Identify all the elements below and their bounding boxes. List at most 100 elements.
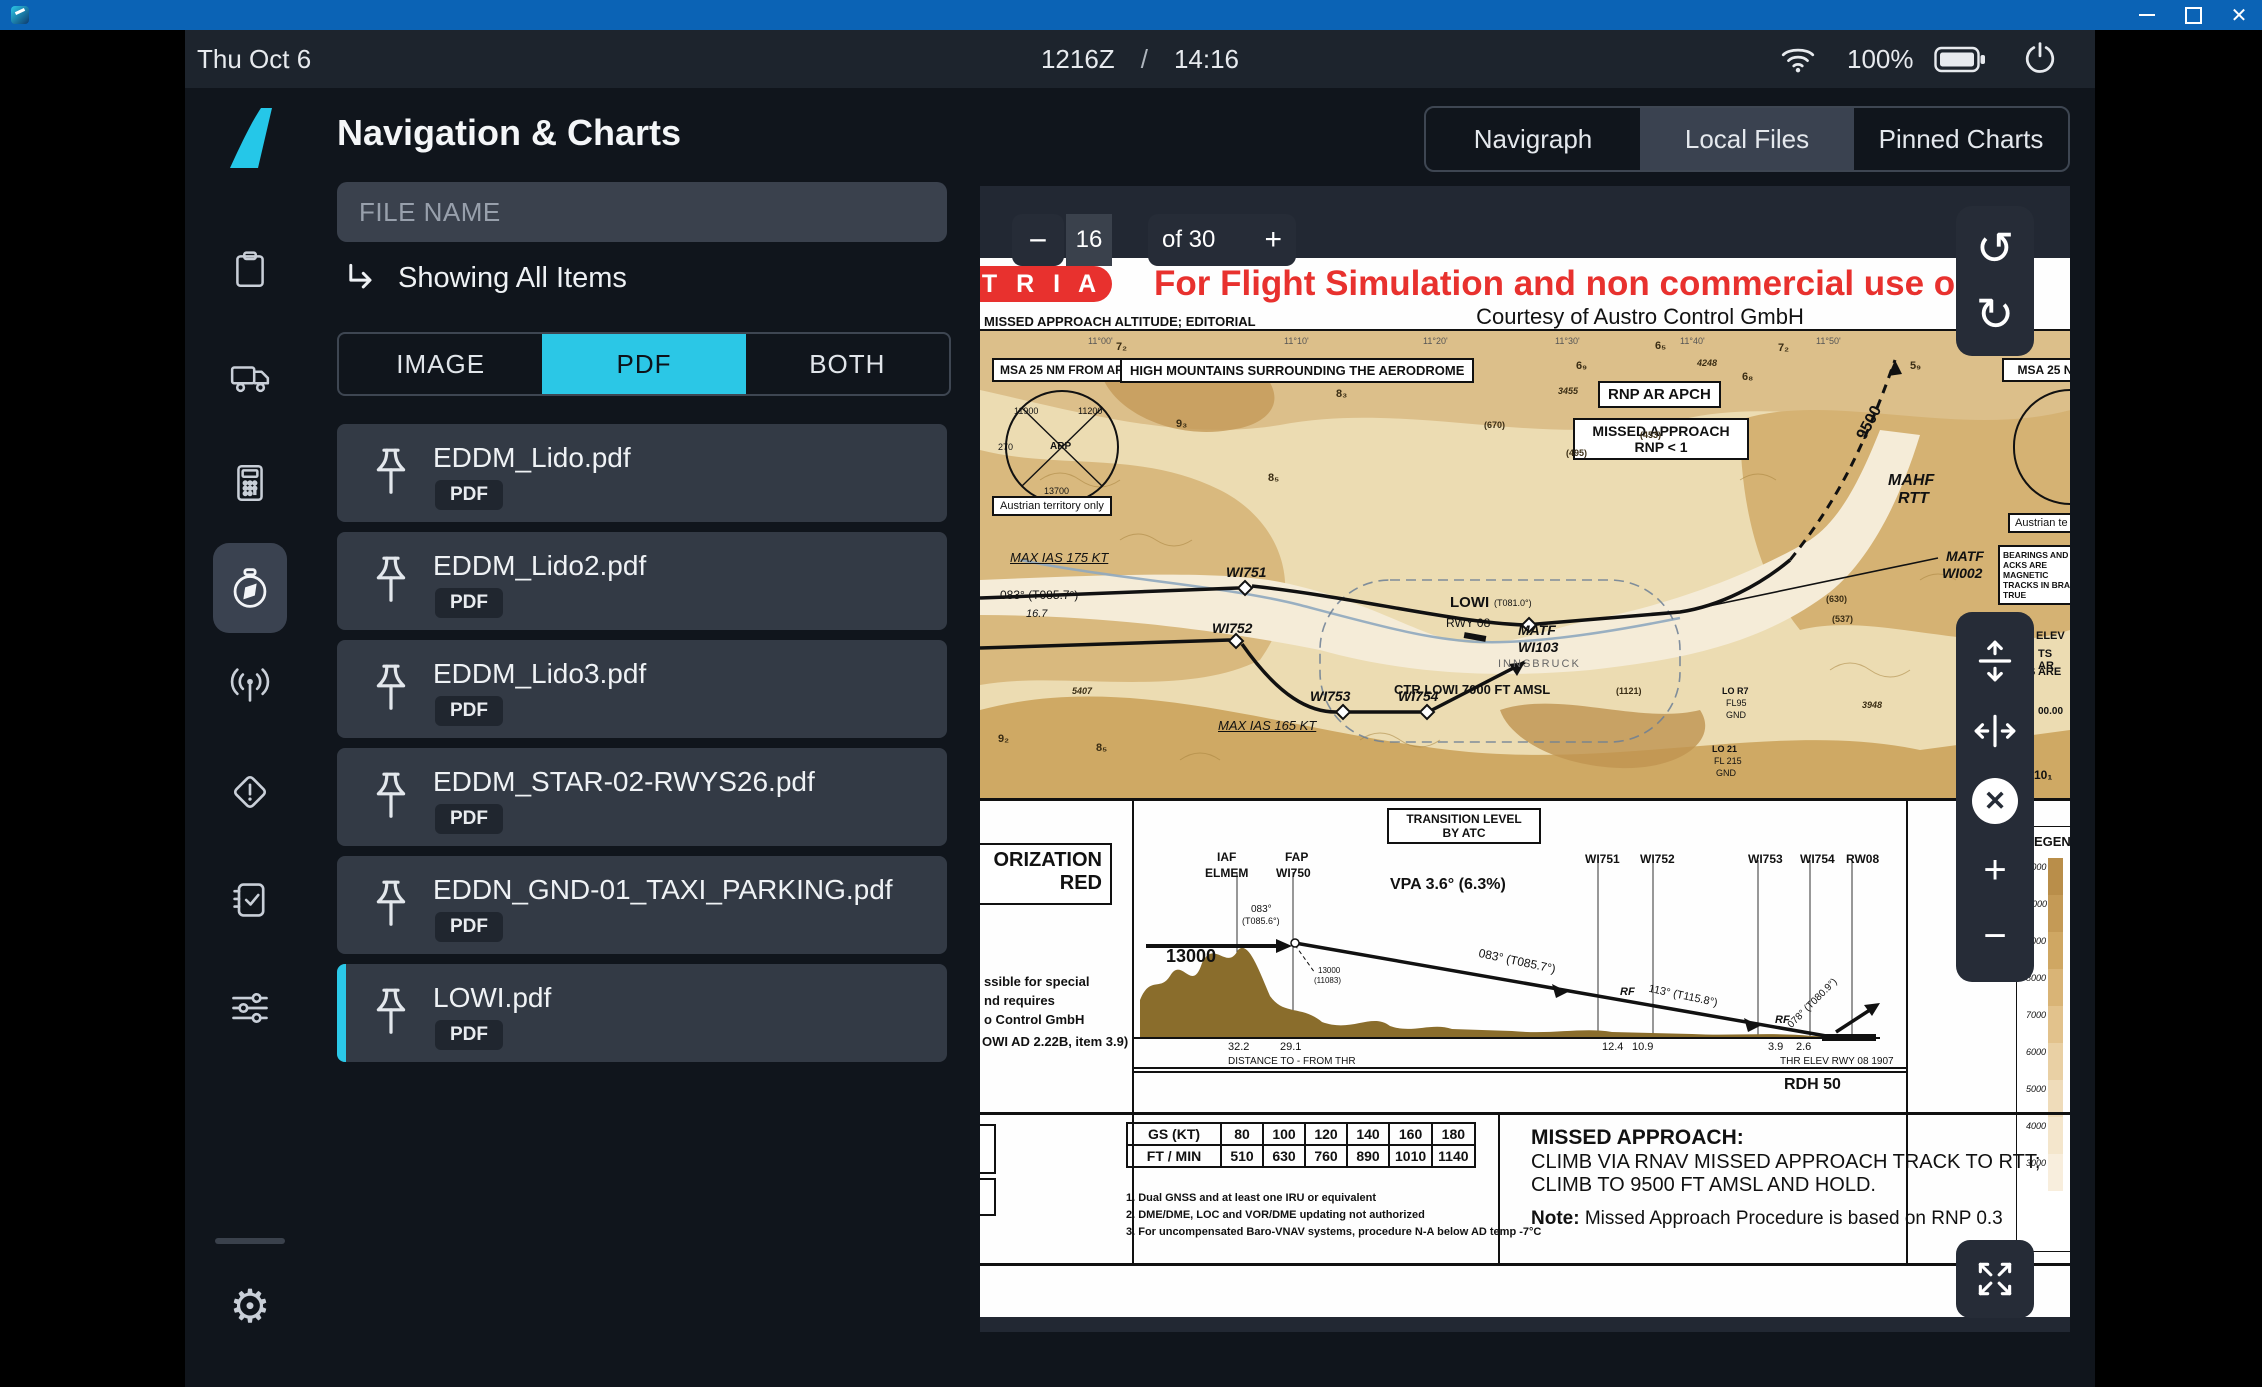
profile-fix: RW08 [1846,852,1880,866]
spot-elev: 6₅ [1655,340,1667,352]
authorization-box-fragment: ORIZATION RED [980,843,1112,905]
page-prev-button[interactable]: − [1012,214,1064,266]
close-button[interactable]: ✕ [2216,0,2262,30]
tab-pinned-charts[interactable]: Pinned Charts [1854,108,2068,170]
power-icon[interactable] [2023,41,2057,75]
showing-status: Showing All Items [398,262,627,294]
maximize-icon [2184,6,2202,24]
pin-icon[interactable] [369,878,413,934]
pin-icon[interactable] [369,986,413,1042]
legend-swatches [2048,858,2063,1191]
file-row[interactable]: EDDN_GND-01_TAXI_PARKING.pdf PDF [337,856,947,954]
missed-approach-line1: CLIMB VIA RNAV MISSED APPROACH TRACK TO … [1531,1151,2041,1173]
sidebar-item-radio[interactable] [228,663,272,707]
fit-height-icon[interactable] [1974,638,2016,684]
profile-fix: WI752 [1640,852,1675,866]
dist-tick: 3.9 [1768,1041,1784,1053]
pin-icon[interactable] [369,662,413,718]
left-fragment: o Control GmbH [984,1012,1085,1027]
arp-label: ARP [1050,441,1072,452]
msa-value: 11200 [1078,406,1103,416]
file-badge: PDF [435,1020,503,1050]
page-number: 16 [1075,226,1103,253]
bearings-line: BEARINGS AND T [2003,550,2070,560]
rotate-ccw-icon[interactable]: ↺ [1976,225,2015,271]
profile-fix: WI751 [1585,852,1620,866]
map-frame-top [980,329,2070,331]
file-row-selected[interactable]: LOWI.pdf PDF [337,964,947,1062]
transition-level-box: TRANSITION LEVEL BY ATC [1387,808,1541,844]
pin-icon[interactable] [369,770,413,826]
fit-width-icon[interactable] [1972,710,2018,752]
left-fragment: nd requires [984,993,1055,1008]
transition-line2: BY ATC [1442,826,1486,840]
spot-elev: 6₈ [1742,371,1754,383]
file-row[interactable]: EDDM_STAR-02-RWYS26.pdf PDF [337,748,947,846]
grid-fragment: 00.00 [2038,706,2064,717]
fullscreen-button[interactable] [1956,1240,2034,1318]
zoom-in-button[interactable]: + [1983,850,2006,890]
intermediate-alt-true: (11083) [1314,976,1341,985]
chart-note-1: 1. Dual GNSS and at least one IRU or equ… [1126,1192,1377,1204]
innsbruck-label: INNSBRUCK [1498,658,1581,670]
legend-value: 6000 [2026,1047,2047,1057]
tab-local-files[interactable]: Local Files [1640,108,1854,170]
sidebar-item-ground-services[interactable] [228,355,272,399]
dist-tick: 29.1 [1280,1041,1302,1053]
filter-pdf[interactable]: PDF [542,334,746,394]
missed-approach-line2: CLIMB TO 9500 FT AMSL AND HOLD. [1531,1174,1876,1196]
sidebar-item-navigation-active[interactable] [213,543,287,633]
sidebar-item-failures[interactable] [228,770,272,814]
missed-approach-note: Note: Missed Approach Procedure is based… [1531,1208,2003,1230]
legend-value: 4000 [2026,1121,2047,1131]
airspace-lor7: LO R7 [1722,686,1749,696]
pin-icon[interactable] [369,446,413,502]
sidebar-item-settings-panel[interactable] [228,986,272,1030]
minimize-button[interactable] [2124,0,2170,30]
file-row[interactable]: EDDM_Lido.pdf PDF [337,424,947,522]
file-row[interactable]: EDDM_Lido3.pdf PDF [337,640,947,738]
chart-page[interactable]: T R I A For Flight Simulation and non co… [980,258,2070,1317]
minimize-icon [2139,14,2155,16]
lon-label: 11°30' [1555,336,1580,346]
battery-icon [1934,46,1985,73]
file-row[interactable]: EDDM_Lido2.pdf PDF [337,532,947,630]
fullscreen-icon [1978,1262,2012,1296]
rf-leg-1: RF [1620,986,1635,998]
sidebar-item-checklist[interactable] [228,878,272,922]
profile-fix: WI753 [1748,852,1783,866]
calculator-icon [237,464,263,502]
close-chart-button[interactable]: ✕ [1972,778,2018,824]
file-search-input[interactable] [337,182,947,242]
fap-course: 083° [1251,904,1272,915]
window-titlebar: ✕ [0,0,2262,30]
sidebar-item-settings[interactable]: ⚙ [228,1283,272,1329]
filter-image[interactable]: IMAGE [339,334,542,394]
elev-fragment: ELEV [2036,630,2065,642]
checklist-icon [233,883,265,917]
page-next-button[interactable]: + [1264,223,1282,257]
rotate-cw-icon[interactable]: ↻ [1976,291,2015,337]
maximize-button[interactable] [2170,0,2216,30]
sidebar-item-clipboard[interactable] [228,248,272,292]
matf-right-label: MATF [1946,548,1984,564]
msa-right-box: MSA 25 NM [2002,358,2070,382]
austrian-territory-box: Austrian territory only [992,496,1112,516]
efb-statusbar: Thu Oct 6 1216Z / 14:16 100% [185,30,2095,88]
t081-label: (T081.0°) [1494,598,1532,608]
tab-navigraph[interactable]: Navigraph [1426,108,1640,170]
spot-elev: 4248 [1697,358,1718,368]
page-count: of 30 [1162,226,1216,253]
zoom-out-button[interactable]: − [1983,916,2006,956]
battery-percent: 100% [1847,44,1914,74]
spot-elev: (495) [1566,448,1588,458]
waypoint-wi752: WI752 [1212,620,1253,636]
file-badge: PDF [435,696,503,726]
sidebar-item-performance-calculator[interactable] [228,461,272,505]
file-name: EDDM_Lido.pdf [433,442,631,473]
spot-elev: 8₅ [1268,472,1280,484]
filter-both[interactable]: BOTH [746,334,949,394]
pin-icon[interactable] [369,554,413,610]
lon-label: 11°20' [1423,336,1448,346]
dist-tick: 12.4 [1602,1041,1624,1053]
